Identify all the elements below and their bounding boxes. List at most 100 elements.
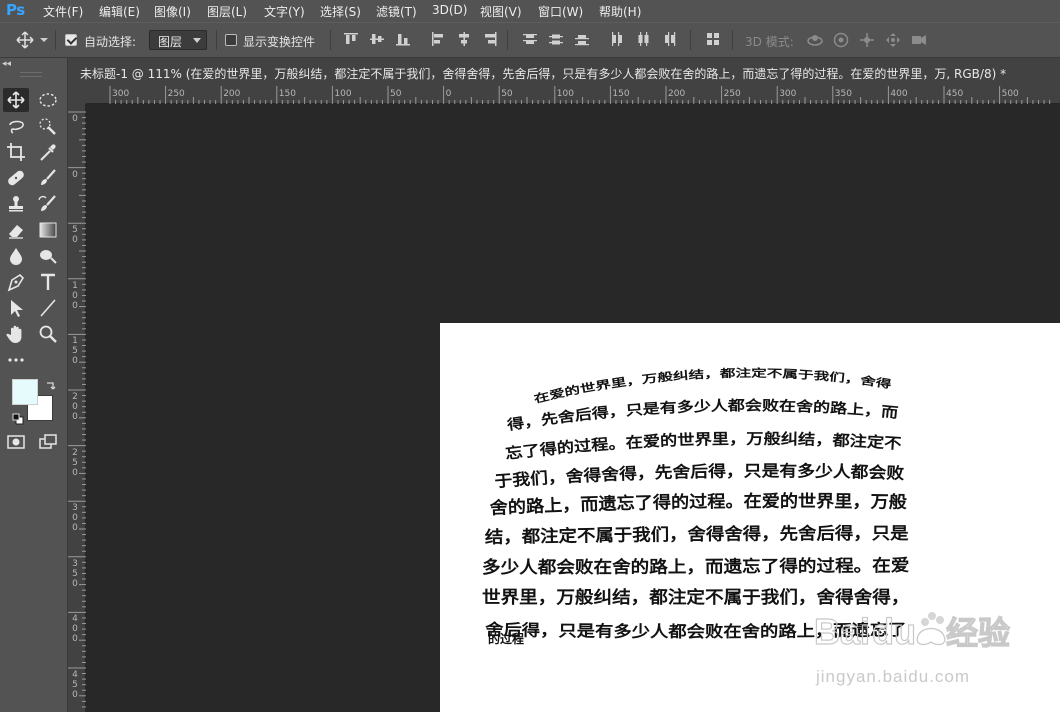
align-left-icon[interactable] xyxy=(430,31,446,47)
ruler-label: 250 xyxy=(167,89,185,99)
path-select-tool-icon[interactable] xyxy=(3,296,29,320)
screen-mode-icon[interactable] xyxy=(35,430,61,454)
watermark-brand-du-text: du xyxy=(872,611,916,652)
distribute-vcenter-icon[interactable] xyxy=(548,31,564,47)
auto-select-checkbox[interactable] xyxy=(65,34,77,46)
watermark-graphic: Bai du 经验 jingyan.baidu.com xyxy=(813,610,1010,686)
ruler-label: 50 xyxy=(390,89,402,99)
history-brush-tool-icon[interactable] xyxy=(35,192,61,216)
menu-help[interactable]: 帮助(H) xyxy=(599,3,641,20)
align-vcenter-icon[interactable] xyxy=(369,31,385,47)
clone-stamp-tool-icon[interactable] xyxy=(3,192,29,216)
menu-image[interactable]: 图像(I) xyxy=(154,3,191,20)
eraser-tool-icon[interactable] xyxy=(3,218,29,242)
auto-select-target-dropdown[interactable]: 图层 xyxy=(149,30,207,50)
3d-slide-icon[interactable] xyxy=(884,31,902,49)
ruler-label: 150 xyxy=(278,89,296,99)
watermark-url-text: jingyan.baidu.com xyxy=(815,667,970,686)
menu-file[interactable]: 文件(F) xyxy=(43,3,83,20)
menu-window[interactable]: 窗口(W) xyxy=(538,3,583,20)
default-colors-icon[interactable] xyxy=(12,410,24,425)
ruler-label: 200 xyxy=(72,392,78,422)
align-hcenter-icon[interactable] xyxy=(456,31,472,47)
ruler-label: 250 xyxy=(72,447,78,478)
lasso-tool-icon[interactable] xyxy=(3,114,29,138)
panel-grip[interactable] xyxy=(20,72,42,77)
auto-select-target-value: 图层 xyxy=(158,35,183,49)
3d-pan-icon[interactable] xyxy=(858,31,876,49)
menu-edit[interactable]: 编辑(E) xyxy=(99,3,140,20)
ruler-origin[interactable] xyxy=(68,86,86,104)
vertical-ruler[interactable]: 0 0 50 100 150 200 250 300 350 400 450 xyxy=(68,104,86,712)
3d-scale-icon[interactable] xyxy=(910,31,928,49)
ruler-label: 250 xyxy=(723,89,741,99)
ruler-label: 350 xyxy=(72,558,78,589)
auto-align-layers-icon[interactable] xyxy=(705,31,721,47)
ruler-label: 50 xyxy=(501,89,513,99)
ruler-label: 0 xyxy=(445,89,452,99)
marquee-tool-icon[interactable] xyxy=(35,88,61,112)
ruler-label: 0 xyxy=(72,114,78,124)
menu-filter[interactable]: 滤镜(T) xyxy=(376,3,417,20)
zoom-tool-icon[interactable] xyxy=(35,322,61,346)
ruler-label: 150 xyxy=(72,336,78,367)
ruler-label: 100 xyxy=(556,89,574,99)
eyedropper-tool-icon[interactable] xyxy=(35,140,61,164)
show-transform-checkbox[interactable] xyxy=(225,34,237,46)
ruler-label: 100 xyxy=(334,89,352,99)
crop-tool-icon[interactable] xyxy=(3,140,29,164)
line-tool-icon[interactable] xyxy=(35,296,61,320)
distribute-right-icon[interactable] xyxy=(661,31,677,47)
quick-mask-icon[interactable] xyxy=(3,430,29,454)
menu-select[interactable]: 选择(S) xyxy=(320,3,361,20)
ruler-label: 150 xyxy=(612,89,630,99)
move-tool-preset-icon[interactable] xyxy=(16,31,34,49)
ruler-label: 300 xyxy=(112,89,130,99)
3d-orbit-icon[interactable] xyxy=(806,31,824,49)
pen-tool-icon[interactable] xyxy=(3,270,29,294)
3d-mode-label: 3D 模式: xyxy=(745,35,794,49)
dodge-tool-icon[interactable] xyxy=(35,244,61,268)
menu-3d[interactable]: 3D(D) xyxy=(432,3,467,17)
watermark-brand-text: Bai xyxy=(814,611,870,652)
quick-select-tool-icon[interactable] xyxy=(35,114,61,138)
type-tool-icon[interactable] xyxy=(35,270,61,294)
baidu-jingyan-watermark: Bai du 经验 jingyan.baidu.com xyxy=(812,600,1052,690)
menu-view[interactable]: 视图(V) xyxy=(480,3,522,20)
move-tool-icon[interactable] xyxy=(3,88,29,112)
gradient-tool-icon[interactable] xyxy=(35,218,61,242)
more-tools-icon[interactable] xyxy=(3,348,29,372)
document-tab[interactable]: 未标题-1 @ 111% (在爱的世界里，万般纠结，都注定不属于我们，舍得舍得，… xyxy=(80,65,1006,82)
align-top-icon[interactable] xyxy=(343,31,359,47)
foreground-color-swatch[interactable] xyxy=(12,379,38,405)
distribute-hcenter-icon[interactable] xyxy=(635,31,651,47)
3d-roll-icon[interactable] xyxy=(832,31,850,49)
auto-select-label: 自动选择: xyxy=(84,35,137,49)
show-transform-label: 显示变换控件 xyxy=(243,35,316,49)
distribute-bottom-icon[interactable] xyxy=(574,31,590,47)
healing-brush-tool-icon[interactable] xyxy=(3,166,29,190)
chevron-down-icon[interactable] xyxy=(40,38,48,42)
ruler-label: 500 xyxy=(1001,89,1019,99)
chevron-down-icon xyxy=(193,38,201,43)
menu-type[interactable]: 文字(Y) xyxy=(264,3,305,20)
warped-text-line: 在爱的世界里，万般纠结，都注定不属于我们，舍得舍 xyxy=(440,323,892,406)
brush-tool-icon[interactable] xyxy=(35,166,61,190)
horizontal-ruler[interactable]: 300 250 200 150 100 50 0 50 100 150 200 250 300 350 40… xyxy=(86,86,1060,104)
distribute-top-icon[interactable] xyxy=(522,31,538,47)
menu-layer[interactable]: 图层(L) xyxy=(207,3,247,20)
distribute-left-icon[interactable] xyxy=(609,31,625,47)
align-right-icon[interactable] xyxy=(482,31,498,47)
ruler-label: 0 xyxy=(72,169,78,180)
ruler-label: 400 xyxy=(890,89,908,99)
hand-tool-icon[interactable] xyxy=(3,322,29,346)
blur-tool-icon[interactable] xyxy=(3,244,29,268)
swap-colors-icon[interactable] xyxy=(44,377,56,390)
align-bottom-icon[interactable] xyxy=(395,31,411,47)
collapse-panel-icon[interactable]: ◂◂ xyxy=(2,59,11,69)
warped-text-line: 忘了得的过程。在爱的世界里，万般纠结，都注定不属 xyxy=(440,323,902,463)
ruler-label: 350 xyxy=(834,89,852,99)
ruler-label: 100 xyxy=(72,280,78,311)
ruler-label: 300 xyxy=(779,89,797,99)
menu-bar: Ps 文件(F) 编辑(E) 图像(I) 图层(L) 文字(Y) 选择(S) 滤… xyxy=(0,0,1060,22)
